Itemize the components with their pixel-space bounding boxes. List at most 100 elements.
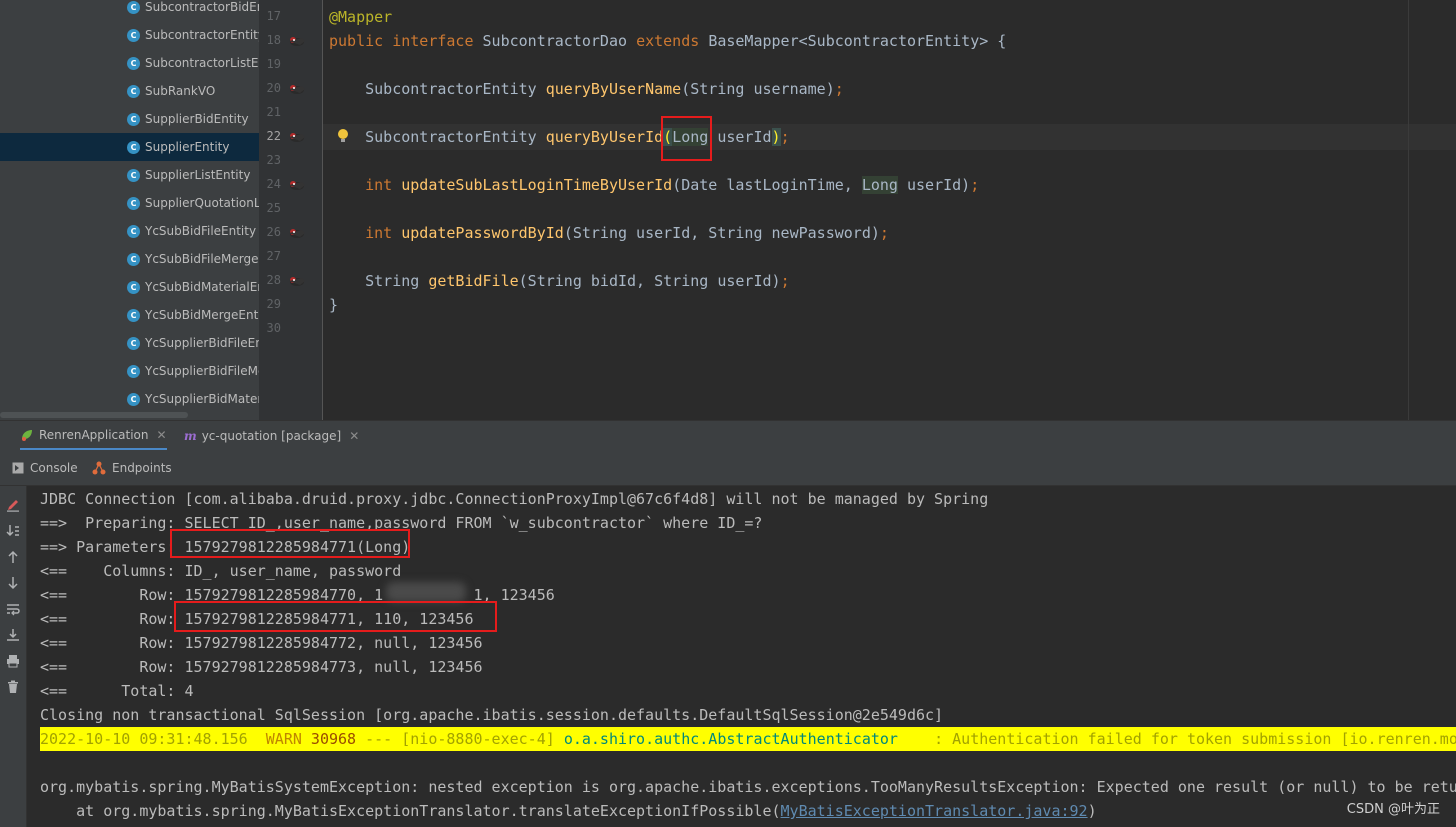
tree-item[interactable]: C SupplierBidEntity [0, 105, 259, 133]
mybatis-bird-icon[interactable] [288, 131, 306, 143]
tree-item[interactable]: C YcSupplierBidMater [0, 385, 259, 413]
mybatis-bird-icon[interactable] [288, 83, 306, 95]
class-icon: C [127, 168, 140, 182]
semicolon: ; [970, 176, 980, 194]
console-output[interactable]: JDBC Connection [com.alibaba.druid.proxy… [27, 486, 1456, 827]
tab-endpoints[interactable]: Endpoints [92, 450, 172, 486]
class-icon: C [127, 336, 140, 350]
trash-icon[interactable] [4, 678, 22, 696]
watermark: CSDN @叶为正 [1346, 802, 1440, 817]
tree-item-label: YcSubBidFileEntity [145, 224, 257, 238]
tab-label: RenrenApplication [39, 427, 149, 442]
class-icon: C [127, 56, 140, 70]
annotation: @Mapper [329, 8, 393, 26]
line-number: 26 [266, 225, 281, 239]
tree-item[interactable]: C SubcontractorEntity [0, 21, 259, 49]
return-type: SubcontractorEntity [365, 128, 537, 146]
tree-item-label: SupplierListEntity [145, 168, 251, 182]
line-number: 25 [266, 201, 281, 215]
soft-wrap-icon[interactable] [4, 600, 22, 618]
tree-item[interactable]: C YcSubBidFileEntity [0, 217, 259, 245]
mybatis-bird-icon[interactable] [288, 35, 306, 47]
source-link[interactable]: MyBatisExceptionTranslator.java:92 [781, 802, 1088, 820]
tree-item[interactable]: C YcSupplierBidFileEnt [0, 329, 259, 357]
console-toolbar [0, 486, 27, 827]
class-icon: C [127, 280, 140, 294]
tree-item[interactable]: C SupplierEntity [0, 133, 259, 161]
tree-item-label: SubcontractorListEn [145, 56, 259, 70]
line-number: 29 [266, 297, 281, 311]
tree-item[interactable]: C YcSubBidMergeEnti [0, 301, 259, 329]
tree-item[interactable]: C SubcontractorBidEn [0, 0, 259, 21]
tree-item[interactable]: C SubRankVO [0, 77, 259, 105]
tree-item-label: YcSubBidMergeEnti [145, 308, 259, 322]
class-icon: C [127, 28, 140, 42]
highlight-box-matching-row [174, 601, 497, 632]
class-icon: C [127, 364, 140, 378]
console-line: <== Row: 1579279812285984773, null, 1234… [40, 658, 483, 676]
run-tool-window-tabs: RenrenApplication ✕ m yc-quotation [pack… [0, 420, 1456, 451]
class-icon: C [127, 252, 140, 266]
tree-item[interactable]: C YcSubBidFileMergeE [0, 245, 259, 273]
code-line-26: int updatePasswordById(String userId, St… [329, 221, 889, 245]
up-arrow-icon[interactable] [4, 548, 22, 566]
code-line-20: SubcontractorEntity queryByUserName(Stri… [329, 77, 844, 101]
scroll-to-end-icon[interactable] [4, 522, 22, 540]
semicolon: ; [780, 272, 790, 290]
log-thread: --- [nio-8880-exec-4] [356, 730, 564, 748]
tree-scrollbar[interactable] [0, 412, 188, 418]
lightbulb-icon[interactable] [337, 128, 349, 144]
tree-item[interactable]: C YcSupplierBidFileMe [0, 357, 259, 385]
console-line: Closing non transactional SqlSession [or… [40, 706, 944, 724]
tree-item[interactable]: C SupplierListEntity [0, 161, 259, 189]
line-number: 21 [266, 105, 281, 119]
line-number: 27 [266, 249, 281, 263]
mybatis-bird-icon[interactable] [288, 227, 306, 239]
endpoints-icon [92, 461, 106, 475]
code-line-24: int updateSubLastLoginTimeByUserId(Date … [329, 173, 979, 197]
tab-console[interactable]: Console [12, 450, 78, 486]
code-editor[interactable]: @Mapper public interface SubcontractorDa… [323, 0, 1456, 420]
method-name: queryByUserName [545, 80, 682, 98]
edit-icon[interactable] [4, 496, 22, 514]
sort-down-icon[interactable] [4, 626, 22, 644]
mybatis-bird-icon[interactable] [288, 179, 306, 191]
semicolon: ; [879, 224, 889, 242]
tab-label: Console [30, 461, 78, 475]
stack-prefix: at org.mybatis.spring.MyBatisExceptionTr… [40, 802, 781, 820]
method-params: (String userId, String newPassword) [563, 224, 880, 242]
param-type-long: Long [861, 176, 898, 194]
keyword-int: int [365, 224, 393, 242]
console-line: JDBC Connection [com.alibaba.druid.proxy… [40, 490, 989, 508]
line-number: 19 [266, 57, 281, 71]
method-name: updateSubLastLoginTimeByUserId [401, 176, 673, 194]
mybatis-bird-icon[interactable] [288, 275, 306, 287]
down-arrow-icon[interactable] [4, 574, 22, 592]
log-timestamp: 2022-10-10 09:31:48.156 [40, 730, 266, 748]
class-icon: C [127, 224, 140, 238]
class-icon: C [127, 0, 140, 14]
keyword-public: public [329, 32, 384, 50]
tree-item-label: SubRankVO [145, 84, 216, 98]
semicolon: ; [834, 80, 844, 98]
method-params: userId) [897, 176, 971, 194]
tab-yc-quotation-package[interactable]: m yc-quotation [package] ✕ [184, 421, 359, 451]
right-margin-guide [1408, 0, 1409, 420]
close-icon[interactable]: ✕ [349, 429, 359, 443]
class-icon: C [127, 392, 140, 406]
tree-item[interactable]: C YcSubBidMaterialEn [0, 273, 259, 301]
return-type: SubcontractorEntity [365, 80, 537, 98]
tab-renren-application[interactable]: RenrenApplication ✕ [20, 421, 167, 451]
print-icon[interactable] [4, 652, 22, 670]
tree-item-label: YcSupplierBidFileMe [145, 364, 259, 378]
method-params: (String bidId, String userId) [518, 272, 781, 290]
method-name: getBidFile [428, 272, 519, 290]
method-name: queryByUserId [545, 128, 664, 146]
tree-item[interactable]: C SupplierQuotationLi [0, 189, 259, 217]
tree-item-label: YcSupplierBidFileEnt [145, 336, 259, 350]
project-tree: C SubcontractorBidEn C SubcontractorEntity C… [0, 0, 259, 420]
class-icon: C [127, 140, 140, 154]
close-icon[interactable]: ✕ [157, 428, 167, 442]
tree-item[interactable]: C SubcontractorListEn [0, 49, 259, 77]
run-sub-tabs: Console Endpoints [0, 450, 1456, 486]
